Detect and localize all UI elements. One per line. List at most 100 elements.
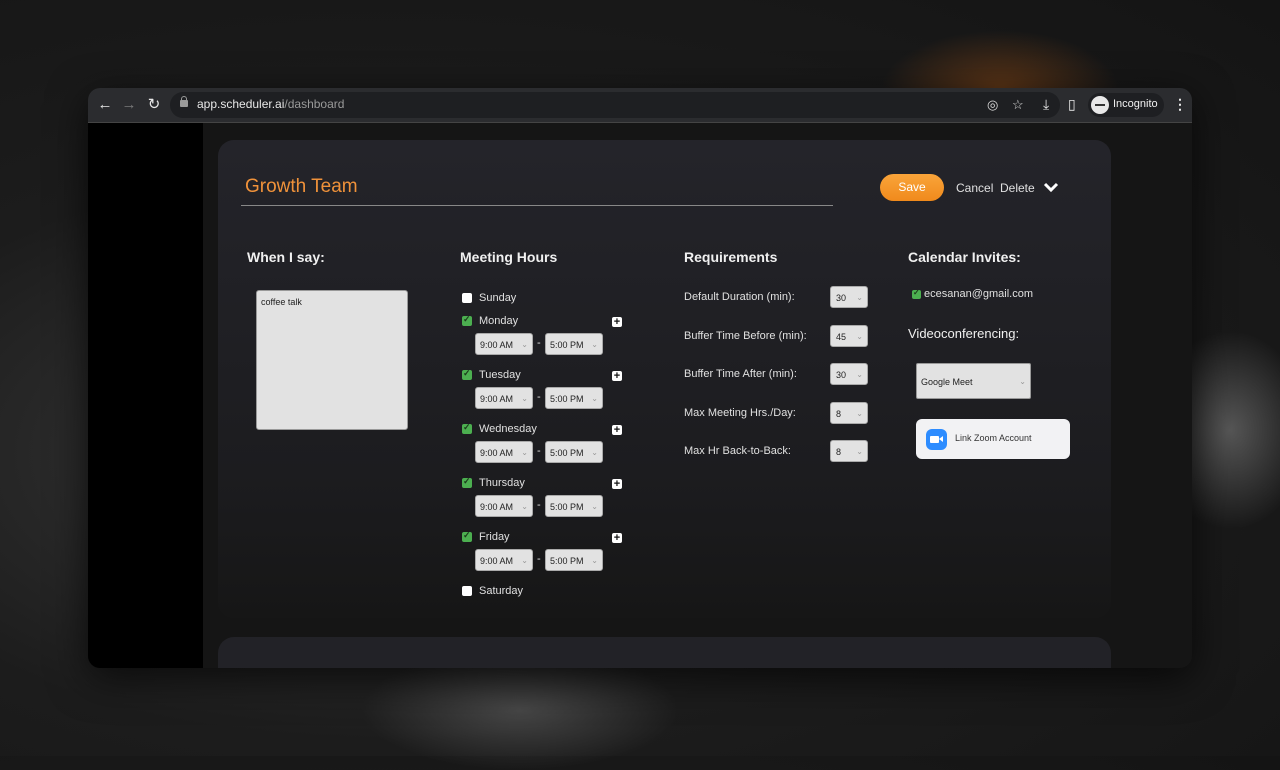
start-time-select[interactable]: 9:00 AM ⌄ [475, 333, 533, 355]
chevron-down-icon: ⌄ [856, 408, 863, 418]
back-arrow-icon[interactable]: ← [96, 96, 114, 114]
chevron-down-icon: ⌄ [856, 293, 863, 302]
day-checkbox[interactable] [462, 530, 472, 542]
add-time-range-icon[interactable]: + [612, 317, 622, 328]
day-checkbox[interactable] [462, 368, 472, 380]
background-glow [360, 650, 680, 770]
main-content: Growth Team Save Cancel Delete When I sa… [203, 123, 1192, 668]
meeting-hours-title: Meeting Hours [460, 249, 558, 265]
requirement-label: Max Hr Back-to-Back: [684, 445, 791, 457]
day-checkbox[interactable] [462, 476, 472, 488]
requirement-select[interactable]: 8 ⌄ [830, 440, 868, 462]
team-name-input[interactable]: Growth Team [245, 176, 358, 198]
requirements-title: Requirements [684, 249, 778, 265]
url-text[interactable]: app.scheduler.ai/dashboard [197, 97, 344, 111]
zoom-camera-icon [926, 429, 947, 450]
end-time-select[interactable]: 5:00 PM ⌄ [545, 441, 603, 463]
day-checkbox[interactable] [462, 586, 472, 596]
team-name-underline [241, 205, 833, 206]
delete-button[interactable]: Delete [1000, 181, 1035, 195]
chevron-down-icon: ⌄ [591, 556, 598, 565]
browser-toolbar: ← → ↻ app.scheduler.ai/dashboard ◎ ☆ ⤓ ▯… [88, 88, 1192, 123]
videoconferencing-select[interactable]: Google Meet ⌄ [916, 363, 1031, 399]
end-time-select[interactable]: 5:00 PM ⌄ [545, 495, 603, 517]
requirement-value: 30 [836, 370, 847, 380]
chevron-down-icon: ⌄ [521, 448, 528, 457]
chevron-down-icon: ⌄ [856, 447, 863, 456]
forward-arrow-icon[interactable]: → [120, 96, 138, 114]
email-checkbox[interactable] [912, 288, 921, 299]
day-label: Saturday [479, 585, 524, 597]
time-separator: - [537, 391, 541, 403]
start-time-select[interactable]: 9:00 AM ⌄ [475, 387, 533, 409]
requirement-value: 30 [836, 293, 847, 303]
more-menu-icon[interactable]: ⋮ [1173, 96, 1187, 113]
when-i-say-title: When I say: [247, 249, 325, 265]
requirement-label: Buffer Time After (min): [684, 368, 797, 380]
team-card: Growth Team Save Cancel Delete When I sa… [218, 140, 1111, 618]
address-bar[interactable]: app.scheduler.ai/dashboard ◎ ☆ [170, 92, 1060, 118]
start-time-select[interactable]: 9:00 AM ⌄ [475, 549, 533, 571]
trigger-phrase-textarea[interactable]: coffee talk [256, 290, 408, 430]
chevron-down-icon: ⌄ [591, 340, 598, 349]
add-time-range-icon[interactable]: + [612, 371, 622, 382]
incognito-icon [1091, 96, 1109, 114]
end-time-value: 5:00 PM [550, 556, 584, 566]
requirement-value: 8 [836, 408, 842, 419]
day-label: Monday [479, 315, 519, 327]
add-time-range-icon[interactable]: + [612, 425, 622, 436]
requirement-select[interactable]: 30 ⌄ [830, 286, 868, 308]
day-label: Wednesday [479, 423, 537, 435]
day-checkbox[interactable] [462, 422, 472, 434]
incognito-label: Incognito [1113, 98, 1158, 110]
videoconferencing-title: Videoconferencing: [908, 326, 1020, 341]
cancel-button[interactable]: Cancel [956, 181, 993, 195]
end-time-select[interactable]: 5:00 PM ⌄ [545, 387, 603, 409]
chevron-down-icon: ⌄ [856, 331, 863, 341]
start-time-select[interactable]: 9:00 AM ⌄ [475, 495, 533, 517]
url-host: app.scheduler.ai [197, 97, 285, 111]
day-label: Friday [479, 531, 510, 543]
end-time-value: 5:00 PM [550, 394, 584, 404]
end-time-select[interactable]: 5:00 PM ⌄ [545, 333, 603, 355]
start-time-value: 9:00 AM [480, 394, 514, 404]
requirement-label: Buffer Time Before (min): [684, 329, 807, 342]
day-label: Tuesday [479, 369, 521, 381]
requirement-select[interactable]: 30 ⌄ [830, 363, 868, 385]
reload-icon[interactable]: ↻ [145, 96, 163, 114]
start-time-select[interactable]: 9:00 AM ⌄ [475, 441, 533, 463]
link-zoom-label: Link Zoom Account [955, 433, 1032, 443]
next-team-card [218, 637, 1111, 668]
day-label: Sunday [479, 292, 517, 304]
start-time-value: 9:00 AM [480, 448, 514, 458]
page-viewport: Growth Team Save Cancel Delete When I sa… [88, 123, 1192, 668]
requirement-select[interactable]: 45 ⌄ [830, 324, 868, 347]
browser-window: ← → ↻ app.scheduler.ai/dashboard ◎ ☆ ⤓ ▯… [88, 88, 1192, 668]
side-panel-icon[interactable]: ▯ [1068, 96, 1076, 113]
chevron-down-icon: ⌄ [521, 340, 528, 349]
add-time-range-icon[interactable]: + [612, 479, 622, 490]
star-icon[interactable]: ☆ [1012, 97, 1024, 113]
link-zoom-button[interactable]: Link Zoom Account [916, 419, 1070, 459]
end-time-value: 5:00 PM [550, 340, 584, 350]
day-checkbox[interactable] [462, 293, 472, 303]
day-checkbox[interactable] [462, 314, 472, 326]
end-time-select[interactable]: 5:00 PM ⌄ [545, 549, 603, 571]
time-separator: - [537, 445, 541, 457]
eye-off-icon[interactable]: ◎ [987, 97, 998, 113]
chevron-down-icon[interactable] [1043, 180, 1059, 194]
add-time-range-icon[interactable]: + [612, 533, 622, 544]
end-time-value: 5:00 PM [550, 448, 584, 458]
end-time-value: 5:00 PM [550, 502, 584, 512]
incognito-profile[interactable]: Incognito [1088, 93, 1164, 117]
download-icon[interactable]: ⤓ [1043, 96, 1049, 113]
day-label: Thursday [479, 477, 525, 489]
requirement-value: 45 [836, 331, 847, 342]
time-separator: - [537, 337, 541, 349]
save-button[interactable]: Save [880, 174, 944, 201]
start-time-value: 9:00 AM [480, 556, 514, 566]
url-path: /dashboard [284, 97, 345, 111]
chevron-down-icon: ⌄ [1019, 377, 1026, 386]
chevron-down-icon: ⌄ [521, 502, 528, 511]
requirement-select[interactable]: 8 ⌄ [830, 401, 868, 424]
